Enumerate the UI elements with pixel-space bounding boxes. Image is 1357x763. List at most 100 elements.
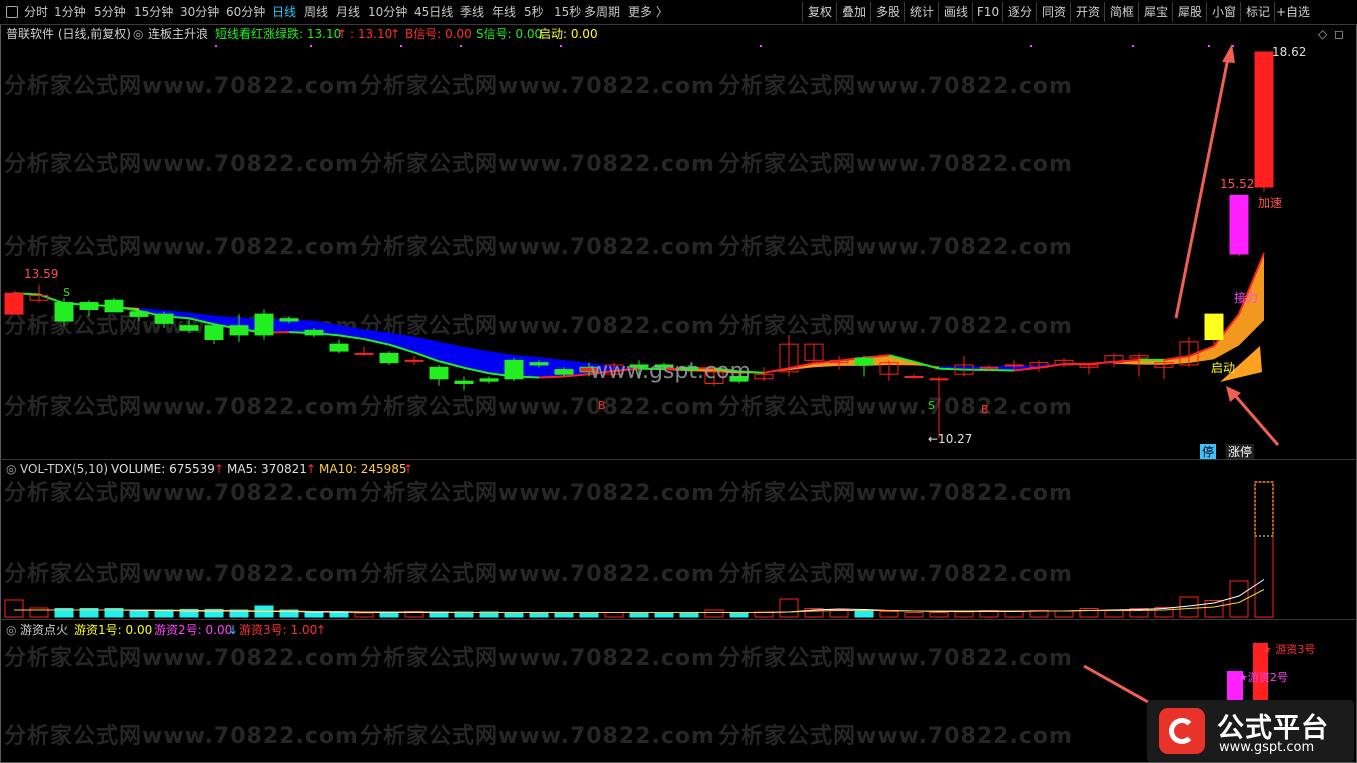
buy-signal-mark: B xyxy=(598,399,606,412)
volume-bar xyxy=(4,599,24,618)
signal-dot xyxy=(1030,45,1032,47)
volume-bar xyxy=(904,612,924,618)
ma-line xyxy=(938,367,965,371)
arrow-up-icon: ↑ xyxy=(306,462,317,476)
volume-overflow-mark xyxy=(1254,481,1274,537)
halt-badge: 停 xyxy=(1200,444,1217,460)
limit-up-badge: 涨停 xyxy=(1226,444,1255,460)
volume-bar xyxy=(854,610,874,618)
signal-dot xyxy=(460,45,462,47)
volume-bar xyxy=(954,611,974,618)
candle-body xyxy=(404,359,424,362)
candle-body xyxy=(854,357,874,366)
volume-bar xyxy=(1004,611,1024,618)
candle-body xyxy=(229,325,249,336)
candle-body xyxy=(1204,313,1224,341)
center-watermark: www.gspt.com xyxy=(590,359,751,384)
signal-dot xyxy=(310,45,312,47)
candle-body xyxy=(204,325,224,341)
candle-body xyxy=(454,380,474,384)
logo-url: www.gspt.com xyxy=(1219,740,1315,755)
candle-body xyxy=(379,352,399,364)
volume-bar xyxy=(679,612,699,618)
candle-body xyxy=(429,366,449,380)
volume-bar xyxy=(1079,608,1099,618)
yz1-value: 游资1号: 0.00 xyxy=(74,623,153,637)
signal-dot xyxy=(215,45,217,47)
yz3-label: ★ 游资3号 xyxy=(1262,643,1316,656)
annotation-arrow xyxy=(1083,664,1149,704)
volume-bar xyxy=(779,598,799,618)
candle-body xyxy=(129,311,149,317)
vol-ma5-line xyxy=(14,579,1265,613)
accelerate-label: 加速 xyxy=(1258,196,1283,210)
low-price-label: ←10.27 xyxy=(928,432,973,446)
candle-body xyxy=(1004,364,1024,367)
candle-body xyxy=(279,318,299,322)
vol-ma10-value: MA10: 245985 xyxy=(319,462,407,476)
arrow-up-icon: ↑ xyxy=(403,462,414,476)
start-label: 启动 xyxy=(1211,361,1236,375)
volume-bar xyxy=(554,612,574,618)
relay-label: 接力 xyxy=(1234,291,1259,305)
candle-body xyxy=(1254,51,1274,188)
arrow-up-icon: ↑ xyxy=(316,623,327,637)
candle-body xyxy=(529,362,549,366)
volume-bar xyxy=(1254,481,1274,618)
volume-bar xyxy=(529,612,549,618)
signal-dot xyxy=(760,45,762,47)
candle-body xyxy=(504,359,524,380)
volume-bar xyxy=(729,612,749,618)
volume-bar xyxy=(629,612,649,618)
gspt-logo: 公式平台 www.gspt.com xyxy=(1147,700,1354,762)
volume-bar xyxy=(579,612,599,618)
volume-bar xyxy=(929,612,949,618)
candle-body xyxy=(554,369,574,375)
volume-bar xyxy=(129,609,149,618)
arrow-down-icon: ↓ xyxy=(228,623,239,637)
yz-toggle-icon[interactable]: ◎ xyxy=(6,622,16,638)
left-high-label: 13.59 xyxy=(24,267,59,281)
vol-indicator-name: VOL-TDX(5,10) xyxy=(20,462,109,476)
volume-bar xyxy=(704,609,724,618)
volume-bar xyxy=(29,607,49,618)
signal-dot xyxy=(560,45,562,47)
candle-body xyxy=(329,343,349,352)
ma-line xyxy=(538,375,565,379)
volume-value: VOLUME: 675539 xyxy=(111,462,215,476)
yz2-value: 游资2号: 0.00 xyxy=(154,623,233,637)
panel-separator xyxy=(0,459,1357,460)
candle-body xyxy=(929,378,949,381)
yz2-label: ★游资2号 xyxy=(1238,671,1288,684)
sell-signal-mark-2: S xyxy=(928,399,935,412)
candle-body xyxy=(154,313,174,324)
vol-ma5-value: MA5: 370821 xyxy=(227,462,307,476)
yz3-value: 游资3号: 1.00 xyxy=(239,623,318,637)
volume-bar xyxy=(604,612,624,618)
volume-bar xyxy=(354,612,374,618)
volume-bar xyxy=(654,612,674,618)
candle-body xyxy=(79,302,99,310)
sell-signal-mark: S xyxy=(63,286,70,299)
panel-separator xyxy=(0,619,1357,620)
logo-mark-icon xyxy=(1159,708,1205,754)
signal-dot xyxy=(400,45,402,47)
arrow-up-icon: ↑ xyxy=(214,462,225,476)
candle-body xyxy=(304,329,324,336)
yz-indicator-name: 游资点火 xyxy=(20,623,69,637)
vol-ma10-line xyxy=(14,589,1265,613)
vol-toggle-icon[interactable]: ◎ xyxy=(6,461,16,477)
candle-body xyxy=(904,376,924,379)
signal-dot xyxy=(1232,45,1234,47)
candle-body xyxy=(1229,194,1249,255)
candle-body xyxy=(479,378,499,382)
volume-bar xyxy=(1104,609,1124,618)
candle-body xyxy=(254,313,274,336)
right-high-label: 18.62 xyxy=(1272,45,1307,59)
candle-body xyxy=(979,366,999,369)
volume-bar xyxy=(329,612,349,618)
annotation-arrow xyxy=(1231,392,1280,446)
candle-body xyxy=(104,299,124,313)
candle-body xyxy=(4,292,24,315)
buy-signal-mark-2: B xyxy=(981,403,989,416)
